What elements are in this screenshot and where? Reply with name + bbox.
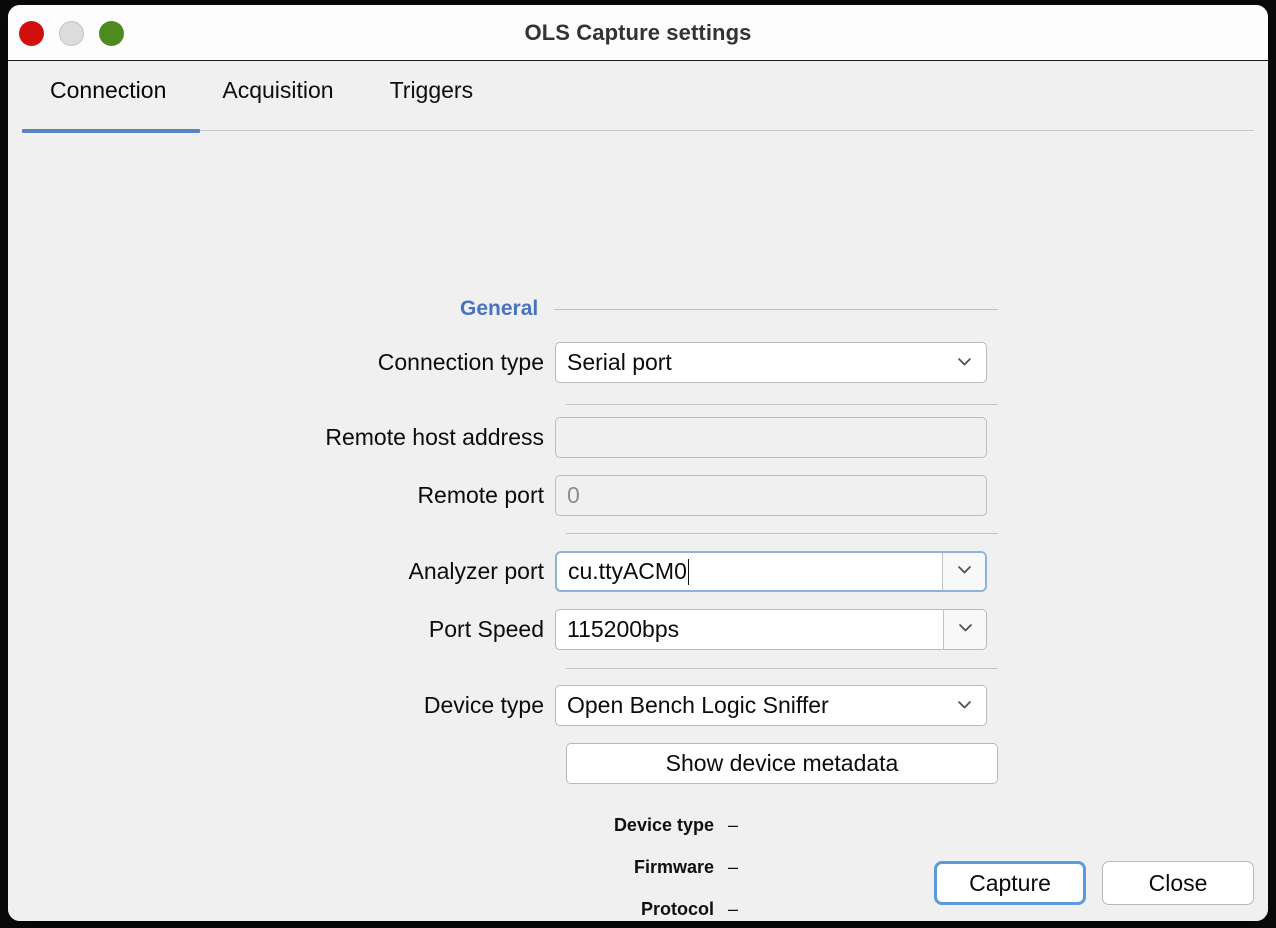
remote-host-label: Remote host address	[325, 424, 544, 450]
metadata-value: –	[728, 857, 739, 877]
row-remote-port: Remote port 0	[8, 475, 998, 516]
chevron-down-icon	[958, 620, 973, 640]
chevron-down-icon	[957, 354, 972, 369]
row-remote-host: Remote host address	[8, 417, 998, 458]
port-speed-value: 115200bps	[567, 616, 680, 642]
row-analyzer-port: Analyzer port cu.ttyACM0	[8, 551, 998, 592]
connection-type-value: Serial port	[567, 349, 672, 375]
divider-2	[566, 533, 998, 534]
analyzer-port-label: Analyzer port	[408, 558, 544, 584]
metadata-row-protocol: Protocol –	[8, 899, 998, 920]
row-device-type: Device type Open Bench Logic Sniffer	[8, 685, 998, 726]
device-type-dropdown[interactable]: Open Bench Logic Sniffer	[555, 685, 987, 726]
metadata-value: –	[728, 815, 739, 835]
device-type-label: Device type	[423, 692, 544, 718]
tab-triggers[interactable]: Triggers	[362, 71, 502, 118]
metadata-value: –	[728, 899, 739, 919]
tab-connection[interactable]: Connection	[22, 71, 194, 118]
row-connection-type: Connection type Serial port	[8, 342, 998, 383]
section-header-general: General	[460, 297, 998, 321]
capture-button[interactable]: Capture	[934, 861, 1086, 905]
remote-host-input[interactable]	[555, 417, 987, 458]
active-tab-indicator	[22, 129, 200, 133]
port-speed-label: Port Speed	[428, 616, 544, 642]
device-type-value: Open Bench Logic Sniffer	[567, 692, 829, 718]
show-device-metadata-button[interactable]: Show device metadata	[566, 743, 998, 784]
tab-baseline	[200, 130, 1254, 131]
remote-port-value: 0	[567, 482, 580, 508]
chevron-down-icon	[957, 562, 972, 582]
analyzer-port-dropdown-button[interactable]	[942, 553, 985, 590]
analyzer-port-combobox[interactable]: cu.ttyACM0	[555, 551, 987, 592]
capture-settings-window: OLS Capture settings Connection Acquisit…	[8, 5, 1268, 921]
dialog-footer: Capture Close	[934, 861, 1254, 905]
close-button[interactable]: Close	[1102, 861, 1254, 905]
metadata-row-device-type: Device type –	[8, 815, 998, 836]
remote-port-label: Remote port	[417, 482, 544, 508]
row-port-speed: Port Speed 115200bps	[8, 609, 998, 650]
chevron-down-icon	[957, 697, 972, 712]
tab-bar: Connection Acquisition Triggers	[8, 61, 1268, 137]
section-rule	[554, 308, 998, 310]
metadata-label: Firmware	[633, 857, 714, 877]
tab-acquisition[interactable]: Acquisition	[194, 71, 361, 118]
text-caret	[687, 559, 689, 586]
port-speed-dropdown-button[interactable]	[943, 610, 986, 649]
window-title: OLS Capture settings	[524, 20, 752, 45]
divider-1	[566, 404, 998, 405]
connection-tab-panel: General Connection type Serial port Remo…	[8, 137, 1268, 921]
metadata-label: Device type	[613, 815, 714, 835]
section-title: General	[460, 297, 539, 320]
metadata-row-firmware: Firmware –	[8, 857, 998, 878]
divider-3	[566, 668, 998, 669]
analyzer-port-value: cu.ttyACM0	[568, 557, 689, 586]
metadata-label: Protocol	[640, 899, 714, 919]
connection-type-label: Connection type	[377, 349, 544, 375]
connection-type-dropdown[interactable]: Serial port	[555, 342, 987, 383]
remote-port-input[interactable]: 0	[555, 475, 987, 516]
port-speed-combobox[interactable]: 115200bps	[555, 609, 987, 650]
window-titlebar: OLS Capture settings	[8, 5, 1268, 61]
